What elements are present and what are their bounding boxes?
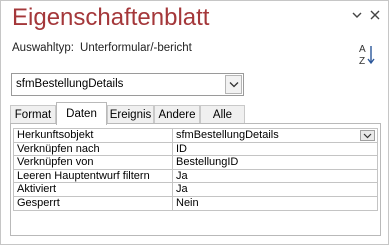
property-row[interactable]: Leeren Hauptentwurf filtern Ja <box>14 169 378 184</box>
svg-text:A: A <box>359 44 366 55</box>
sort-button[interactable]: A Z <box>356 42 378 68</box>
property-row[interactable]: Verknüpfen von BestellungID <box>14 156 378 170</box>
selection-type-label: Auswahltyp: <box>12 42 75 54</box>
property-panel: Herkunftsobjekt sfmBestellungDetails Ver… <box>10 123 381 236</box>
chevron-down-icon <box>363 133 372 138</box>
property-name: Verknüpfen nach <box>14 142 173 156</box>
property-grid: Herkunftsobjekt sfmBestellungDetails Ver… <box>13 128 378 211</box>
sort-az-icon: A Z <box>359 44 375 67</box>
property-row[interactable]: Gesperrt Nein <box>14 196 378 211</box>
property-value-field[interactable]: sfmBestellungDetails <box>173 129 378 142</box>
close-icon <box>370 10 380 20</box>
property-row[interactable]: Aktiviert Ja <box>14 183 378 197</box>
tab-daten[interactable]: Daten <box>56 102 107 125</box>
svg-text:Z: Z <box>359 56 365 67</box>
chevron-down-icon <box>352 12 362 18</box>
property-value-field[interactable]: Nein <box>173 196 378 210</box>
property-value-field[interactable]: ID <box>173 142 378 156</box>
object-selector-combo[interactable]: sfmBestellungDetails <box>11 73 244 96</box>
property-row[interactable]: Verknüpfen nach ID <box>14 142 378 157</box>
close-button[interactable] <box>367 7 383 23</box>
tab-format[interactable]: Format <box>10 105 56 124</box>
property-value-field[interactable]: BestellungID <box>173 156 378 169</box>
selection-type-value: Unterformular/-bericht <box>80 42 192 54</box>
chevron-down-icon <box>229 82 238 88</box>
property-sheet-window: Eigenschaftenblatt Auswahltyp: Unterformu… <box>0 0 389 245</box>
property-name: Verknüpfen von <box>14 156 173 169</box>
property-value-field[interactable]: Ja <box>173 183 378 196</box>
tab-ereignis[interactable]: Ereignis <box>107 105 154 124</box>
tab-alle[interactable]: Alle <box>200 105 245 124</box>
property-value-field[interactable]: Ja <box>173 169 378 183</box>
property-name: Leeren Hauptentwurf filtern <box>14 169 173 183</box>
tab-andere[interactable]: Andere <box>154 105 200 124</box>
property-dropdown-button[interactable] <box>360 130 375 141</box>
property-value: sfmBestellungDetails <box>176 129 279 141</box>
property-name: Herkunftsobjekt <box>14 129 173 142</box>
property-row[interactable]: Herkunftsobjekt sfmBestellungDetails <box>14 129 378 143</box>
property-name: Aktiviert <box>14 183 173 196</box>
object-selector-dropdown-button[interactable] <box>225 75 242 94</box>
window-title: Eigenschaftenblatt <box>12 4 210 31</box>
pane-options-button[interactable] <box>349 7 365 23</box>
object-selector-value: sfmBestellungDetails <box>16 78 124 90</box>
selection-type: Auswahltyp: Unterformular/-bericht <box>12 42 192 54</box>
tab-bar: Format Daten Ereignis Andere Alle <box>10 102 380 125</box>
property-name: Gesperrt <box>14 196 173 210</box>
